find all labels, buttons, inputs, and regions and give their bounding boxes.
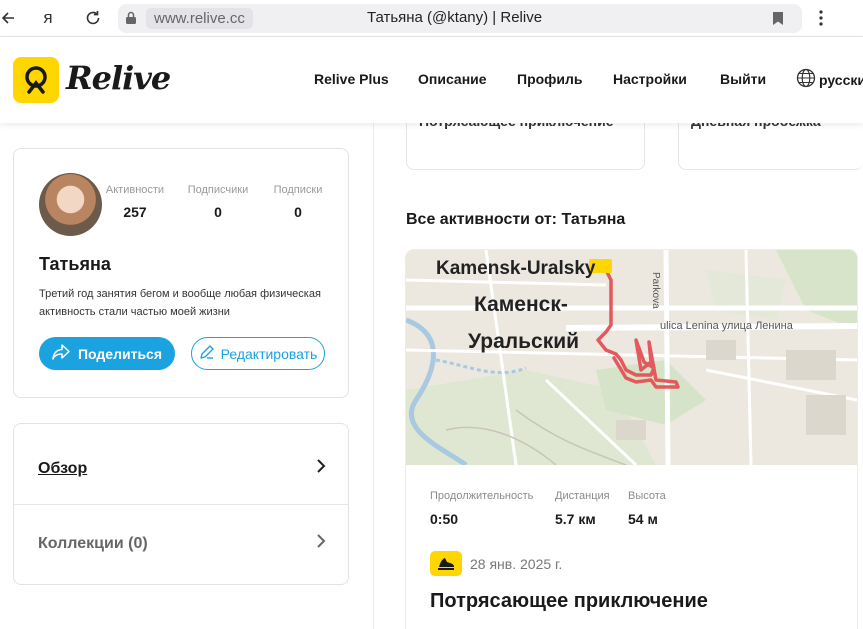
profile-card: Активности 257 Подписчики 0 Подписки 0 Т… [13,148,349,398]
profile-menu: Обзор Коллекции (0) [13,423,349,585]
stat-followers[interactable]: Подписчики 0 [180,184,256,220]
metric-label: Дистанция [555,490,610,502]
menu-item-collections[interactable]: Коллекции (0) [14,502,348,582]
pencil-icon [199,344,215,363]
edit-label: Редактировать [220,345,318,362]
map-label-street: ulica Lenina улица Ленина [660,320,793,332]
metric-label: Высота [628,490,666,502]
share-button[interactable]: Поделиться [39,337,175,370]
metric-distance: Дистанция 5.7 км [555,490,610,527]
site-header: Relive Relive Plus Описание Профиль Наст… [0,37,863,123]
site-info-lock-icon[interactable] [125,11,137,30]
stat-value: 257 [123,204,147,220]
nav-description[interactable]: Описание [418,71,487,87]
bookmark-icon[interactable] [772,11,784,31]
metric-value: 5.7 км [555,511,596,527]
chevron-right-icon [316,533,326,554]
menu-item-label: Коллекции (0) [38,535,148,552]
activity-title[interactable]: Потрясающее приключение [430,590,708,613]
share-label: Поделиться [77,345,163,362]
metric-label: Продолжительность [430,490,534,502]
kebab-menu-icon[interactable] [818,9,824,32]
menu-item-overview[interactable]: Обзор [14,427,348,507]
stat-following[interactable]: Подписки 0 [266,184,330,220]
nav-profile[interactable]: Профиль [517,71,583,87]
avatar[interactable] [39,173,102,236]
stat-value: 0 [294,204,302,220]
stat-value: 0 [214,204,222,220]
chevron-right-icon [316,458,326,479]
globe-icon [796,68,816,91]
stat-label: Активности [105,184,165,196]
column-divider [373,123,374,629]
relive-logo-icon[interactable] [13,57,59,103]
metric-duration: Продолжительность 0:50 [430,490,533,527]
map-label-city-line1: Каменск- [474,293,568,316]
nav-settings[interactable]: Настройки [613,71,687,87]
metric-elevation: Высота 54 м [628,490,666,527]
metric-value: 54 м [628,511,658,527]
stat-label: Подписчики [187,184,249,196]
profile-name: Татьяна [39,254,111,274]
section-title: Все активности от: Татьяна [406,211,626,228]
back-arrow-icon[interactable] [0,6,20,30]
stat-activities[interactable]: Активности 257 [102,184,168,220]
share-icon [52,344,70,363]
map-label-city-line2: Уральский [468,330,580,353]
activity-date: 28 янв. 2025 г. [470,556,563,572]
menu-item-label: Обзор [38,460,88,477]
brand-wordmark[interactable]: Relive [66,59,171,97]
reload-icon[interactable] [81,6,105,30]
url-text[interactable]: www.relive.cc [146,8,253,29]
metric-value: 0:50 [430,511,459,527]
nav-relive-plus[interactable]: Relive Plus [314,71,389,87]
map-label-city-latin: Kamensk-Uralsky [436,258,596,279]
edit-profile-button[interactable]: Редактировать [191,337,325,370]
browser-toolbar: я www.relive.cc Татьяна (@ktany) | Reliv… [0,0,863,37]
nav-logout[interactable]: Выйти [720,71,766,87]
activity-card[interactable]: Kamensk-Uralsky Каменск- Уральский ulica… [406,250,857,629]
stat-label: Подписки [273,184,323,196]
map-label-road: Parkova [650,272,661,309]
yandex-icon[interactable]: я [36,6,60,30]
profile-bio: Третий год занятия бегом и вообще любая … [39,288,321,318]
language-selector[interactable]: русски [796,68,863,91]
activity-map[interactable]: Kamensk-Uralsky Каменск- Уральский ulica… [406,250,857,468]
running-shoe-icon [430,551,462,576]
language-label: русски [819,71,863,88]
